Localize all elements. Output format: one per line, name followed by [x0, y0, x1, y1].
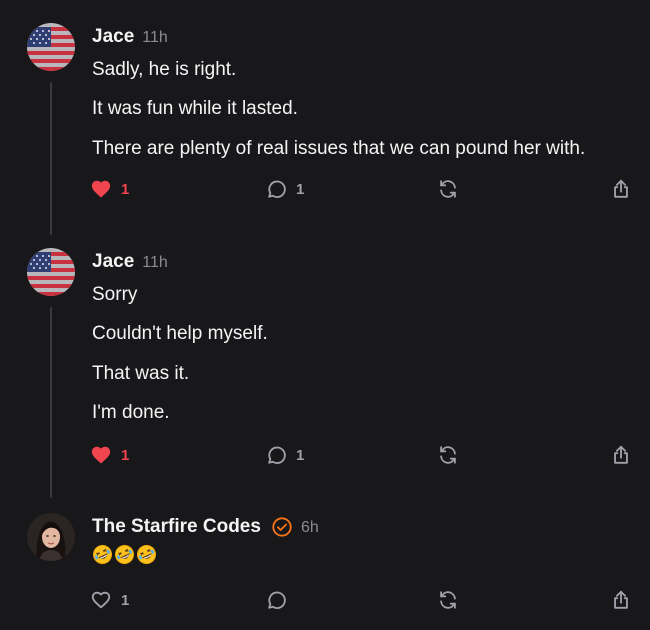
repost-icon — [440, 180, 456, 198]
speech-bubble-icon — [268, 446, 286, 464]
reply-button[interactable]: 1 — [265, 177, 304, 201]
woman-portrait-avatar-icon — [27, 513, 75, 561]
share-button[interactable] — [610, 443, 632, 467]
author-name[interactable]: Jace — [92, 26, 134, 48]
heart-filled-icon — [91, 180, 111, 198]
post-text: That was it. — [92, 363, 190, 384]
thread-line — [50, 307, 52, 498]
like-count: 1 — [121, 180, 130, 198]
post-header: Jace 11h — [92, 26, 168, 48]
post-text: Sorry — [92, 284, 138, 305]
author-name[interactable]: The Starfire Codes — [92, 516, 261, 538]
heart-outline-icon — [91, 591, 111, 609]
post-text: It was fun while it lasted. — [92, 98, 298, 119]
us-flag-avatar-icon — [27, 248, 75, 296]
avatar-photo[interactable] — [27, 513, 75, 561]
post-text: I'm done. — [92, 402, 170, 423]
post-1: Jace 11h Sadly, he is right. It was fun … — [0, 0, 650, 235]
post-emoji-content — [92, 544, 157, 565]
reply-count: 1 — [296, 446, 305, 464]
post-actions: 1 1 — [90, 177, 635, 201]
repost-icon — [440, 446, 456, 464]
post-header: Jace 11h — [92, 251, 168, 273]
share-button[interactable] — [610, 588, 632, 612]
share-button[interactable] — [610, 177, 632, 201]
us-flag-avatar-icon — [27, 23, 75, 71]
repost-button[interactable] — [437, 177, 459, 201]
reply-button[interactable] — [265, 588, 287, 612]
rofl-emoji-icon — [92, 544, 113, 565]
reply-count: 1 — [296, 180, 305, 198]
author-name[interactable]: Jace — [92, 251, 134, 273]
like-count: 1 — [121, 446, 130, 464]
repost-button[interactable] — [437, 443, 459, 467]
post-time[interactable]: 11h — [142, 254, 168, 272]
thread-line — [50, 82, 52, 235]
avatar-flag[interactable] — [27, 248, 75, 296]
post-actions: 1 1 — [90, 443, 635, 467]
like-button[interactable]: 1 — [90, 588, 129, 612]
post-time[interactable]: 6h — [301, 519, 319, 537]
post-text: Couldn't help myself. — [92, 323, 268, 344]
post-text: There are plenty of real issues that we … — [92, 138, 586, 159]
like-button[interactable]: 1 — [90, 443, 129, 467]
repost-button[interactable] — [437, 588, 459, 612]
verified-check-icon — [272, 517, 292, 537]
avatar-flag[interactable] — [27, 23, 75, 71]
like-count: 1 — [121, 591, 130, 609]
reply-button[interactable]: 1 — [265, 443, 304, 467]
share-icon — [614, 590, 628, 609]
repost-icon — [440, 591, 456, 609]
share-icon — [614, 179, 628, 198]
like-button[interactable]: 1 — [90, 177, 129, 201]
rofl-emoji-icon — [136, 544, 157, 565]
post-time[interactable]: 11h — [142, 29, 168, 47]
post-text: Sadly, he is right. — [92, 59, 237, 80]
heart-filled-icon — [91, 446, 111, 464]
speech-bubble-icon — [268, 591, 286, 609]
share-icon — [614, 445, 628, 464]
speech-bubble-icon — [268, 180, 286, 198]
post-header: The Starfire Codes 6h — [92, 516, 319, 538]
post-actions: 1 — [90, 588, 635, 612]
rofl-emoji-icon — [114, 544, 135, 565]
